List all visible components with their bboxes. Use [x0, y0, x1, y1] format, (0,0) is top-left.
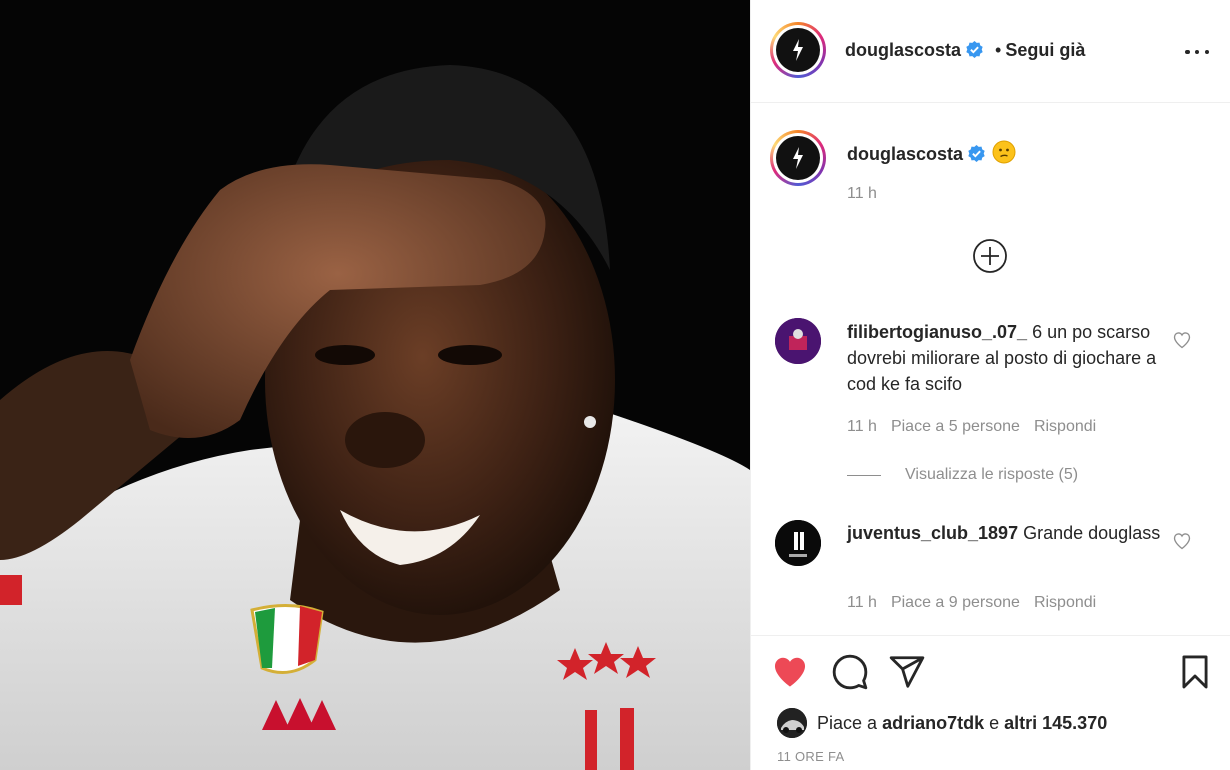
comment-meta: 11 h Piace a 9 persone Rispondi: [847, 594, 1110, 612]
reply-button[interactable]: Rispondi: [1034, 418, 1096, 435]
comment-text: filibertogianuso_.07_ 6 un po scarso dov…: [847, 319, 1167, 397]
follow-status-label: Segui già: [1005, 40, 1086, 60]
commenter-avatar[interactable]: [775, 520, 821, 566]
caption-username[interactable]: douglascosta: [847, 144, 963, 164]
bookmark-icon[interactable]: [1176, 653, 1214, 691]
verified-badge-icon: [968, 144, 985, 163]
plus-circle-icon[interactable]: [972, 238, 1008, 274]
action-bar: Piace a adriano7tdk e altri 145.370 11 O…: [751, 635, 1230, 770]
caption: douglascosta: [847, 140, 1016, 165]
player-photo-image: [0, 0, 750, 770]
commenter-avatar[interactable]: [775, 318, 821, 364]
separator-dot: •: [995, 40, 1002, 60]
paper-plane-icon[interactable]: [888, 653, 926, 691]
reply-button[interactable]: Rispondi: [1034, 594, 1096, 611]
comment-username[interactable]: filibertogianuso_.07_: [847, 322, 1027, 342]
author-avatar[interactable]: [770, 22, 826, 78]
confused-face-emoji-icon: [992, 140, 1016, 164]
replies-divider-line: [847, 474, 881, 476]
post-side-panel: douglascosta • Segui già douglascosta 11 …: [750, 0, 1230, 770]
liker-avatar: [777, 708, 807, 738]
post-header: douglascosta • Segui già: [751, 0, 1230, 103]
likes-summary[interactable]: Piace a adriano7tdk e altri 145.370: [777, 708, 1107, 738]
comment-username[interactable]: juventus_club_1897: [847, 523, 1018, 543]
comment-text: juventus_club_1897 Grande douglass: [847, 520, 1167, 546]
caption-time[interactable]: 11 h: [847, 185, 877, 203]
comment-time[interactable]: 11 h: [847, 418, 877, 435]
caption-author-avatar[interactable]: [770, 130, 826, 186]
likes-user[interactable]: adriano7tdk: [882, 713, 984, 734]
post-photo[interactable]: [0, 0, 750, 770]
lightning-logo-icon: [793, 39, 803, 61]
author-username[interactable]: douglascosta: [845, 40, 984, 61]
verified-badge-icon: [966, 40, 983, 59]
follow-status[interactable]: • Segui già: [995, 40, 1085, 61]
comment-bubble-icon[interactable]: [831, 653, 869, 691]
likes-connector: e: [989, 712, 1000, 733]
comment-like-heart-icon[interactable]: [1172, 330, 1192, 350]
comment-body: Grande douglass: [1023, 523, 1161, 543]
car-avatar-image: [777, 708, 807, 738]
comment-likes[interactable]: Piace a 9 persone: [891, 594, 1020, 611]
comment-likes[interactable]: Piace a 5 persone: [891, 418, 1020, 435]
likes-prefix: Piace a: [817, 712, 878, 733]
heart-icon[interactable]: [771, 653, 809, 691]
likes-others[interactable]: altri 145.370: [1004, 713, 1107, 734]
post-timestamp[interactable]: 11 ORE FA: [777, 749, 844, 764]
juventus-logo-icon: [775, 520, 821, 566]
view-replies-label: Visualizza le risposte (5): [905, 466, 1079, 483]
view-replies-button[interactable]: Visualizza le risposte (5): [847, 466, 1078, 484]
commenter-avatar-image: [775, 318, 821, 364]
comment-meta: 11 h Piace a 5 persone Rispondi: [847, 418, 1110, 436]
more-options-icon[interactable]: [1185, 40, 1209, 64]
lightning-logo-icon: [793, 147, 803, 169]
comment-time[interactable]: 11 h: [847, 594, 877, 611]
comment-like-heart-icon[interactable]: [1172, 531, 1192, 551]
